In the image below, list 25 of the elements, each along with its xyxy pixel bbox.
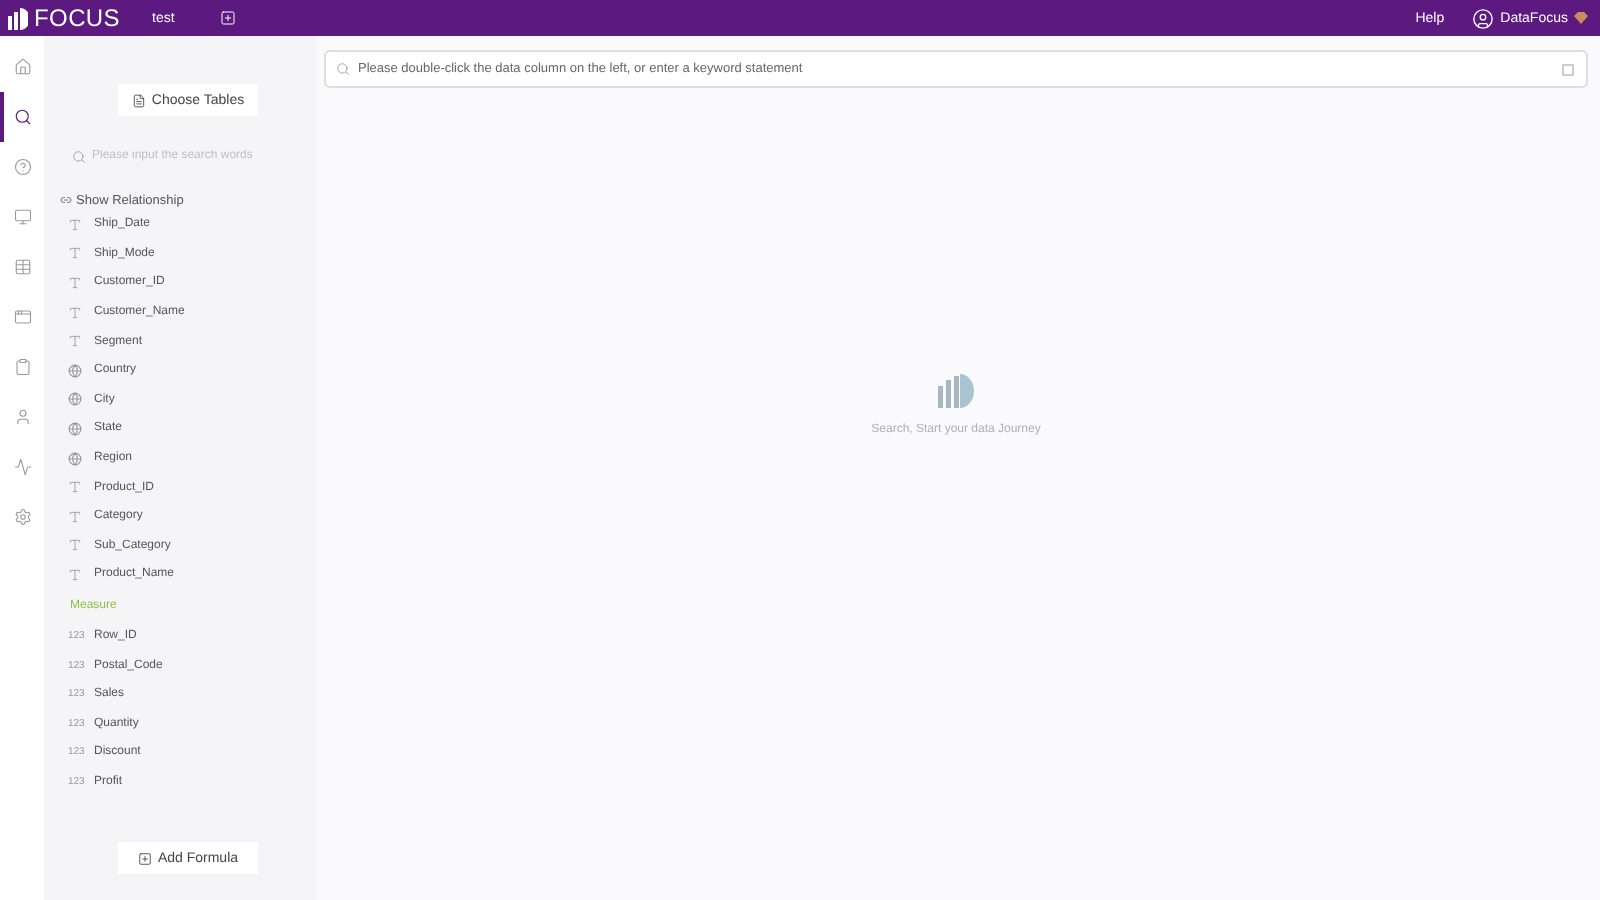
logo-icon: [8, 7, 28, 29]
user-avatar-icon[interactable]: [1472, 7, 1495, 29]
logo-text: FOCUS: [34, 4, 120, 32]
text-type-icon: [68, 275, 82, 290]
globe-icon: [68, 363, 82, 378]
badge-icon: [1574, 12, 1588, 24]
square-icon: [1562, 63, 1574, 75]
logo-mark-icon: [938, 373, 974, 407]
search-icon: [72, 149, 86, 163]
document-icon: [131, 93, 146, 107]
text-type-icon: [68, 567, 82, 582]
globe-icon: [68, 392, 82, 407]
text-type-icon: [68, 509, 82, 524]
search-icon: [336, 62, 350, 76]
add-tab-icon[interactable]: [220, 10, 236, 26]
globe-icon: [68, 451, 82, 466]
text-type-icon: [68, 246, 82, 261]
text-type-icon: [68, 334, 82, 349]
text-type-icon: [68, 305, 82, 320]
link-icon: [60, 194, 72, 206]
plus-icon: [137, 851, 152, 865]
text-type-icon: [68, 538, 82, 553]
text-type-icon: [68, 217, 82, 232]
globe-icon: [68, 421, 82, 436]
text-type-icon: [68, 480, 82, 495]
